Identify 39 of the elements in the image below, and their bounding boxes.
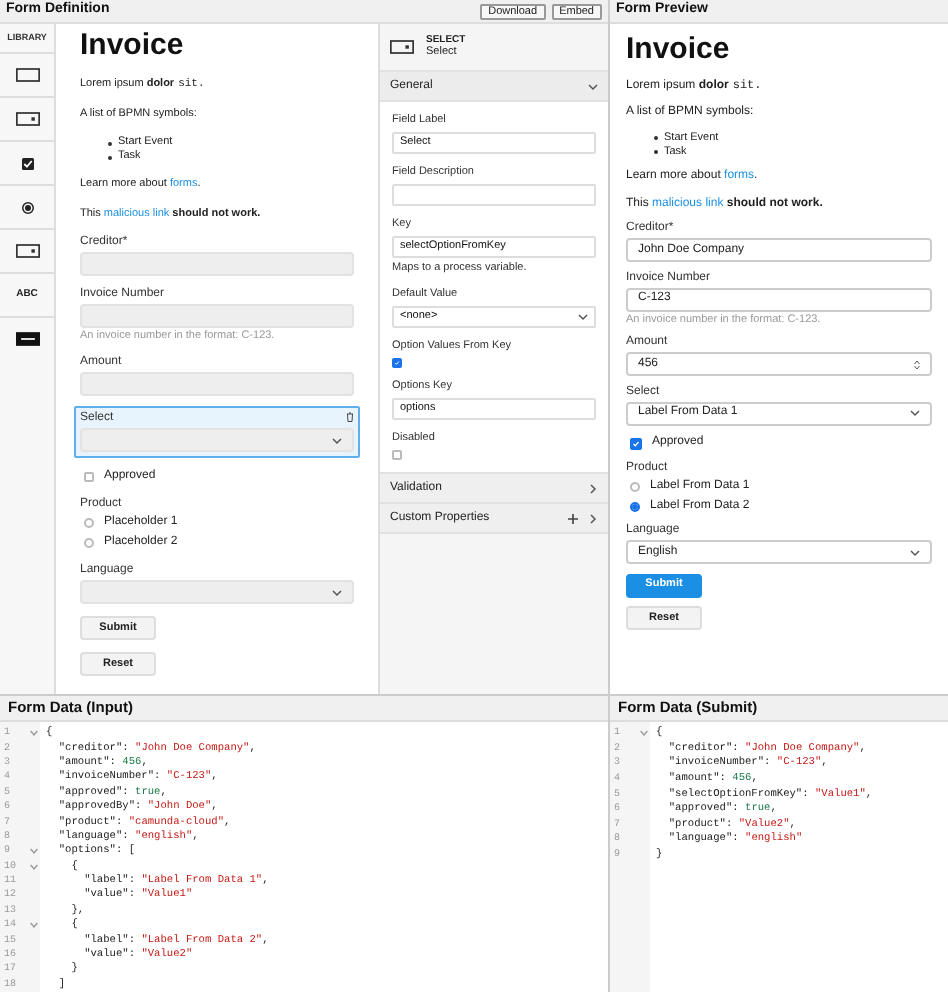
chevron-icon <box>910 547 920 557</box>
select-field[interactable] <box>80 428 354 452</box>
radio-button[interactable] <box>630 501 640 511</box>
add-icon[interactable] <box>568 513 578 523</box>
chevron-icon <box>588 513 598 523</box>
radio-button[interactable] <box>630 481 640 491</box>
chevron-icon <box>910 408 920 418</box>
checkbox[interactable] <box>630 437 642 449</box>
delete-icon[interactable] <box>346 412 354 422</box>
select-icon <box>15 112 39 126</box>
property-input[interactable] <box>392 184 596 206</box>
input-field[interactable] <box>80 252 354 276</box>
fold-icon[interactable] <box>30 730 38 737</box>
select-icon <box>390 40 414 54</box>
fold-icon[interactable] <box>640 730 648 737</box>
text-field-icon <box>15 68 39 82</box>
checkbox[interactable] <box>392 358 402 368</box>
checkbox[interactable] <box>392 450 402 460</box>
fold-icon[interactable] <box>30 848 38 855</box>
chevron-icon <box>588 81 598 91</box>
chevron-icon <box>588 483 598 493</box>
button-icon <box>15 332 39 346</box>
form-heading: Invoice <box>80 30 186 62</box>
fold-icon[interactable] <box>30 922 38 929</box>
chevron-icon <box>332 587 342 597</box>
form-heading: Invoice <box>626 34 732 66</box>
spinner-icon <box>914 359 920 369</box>
chevron-icon <box>332 435 342 445</box>
checkbox-icon <box>21 157 33 169</box>
input-field[interactable] <box>80 372 354 396</box>
fold-icon[interactable] <box>30 863 38 870</box>
radio-icon <box>21 201 33 213</box>
checkbox[interactable] <box>84 472 94 482</box>
chevron-icon <box>578 312 588 322</box>
radio-button[interactable] <box>84 518 94 528</box>
number-field-icon <box>15 244 39 258</box>
input-field[interactable] <box>80 304 354 328</box>
radio-button[interactable] <box>84 538 94 548</box>
select-field[interactable] <box>80 580 354 604</box>
